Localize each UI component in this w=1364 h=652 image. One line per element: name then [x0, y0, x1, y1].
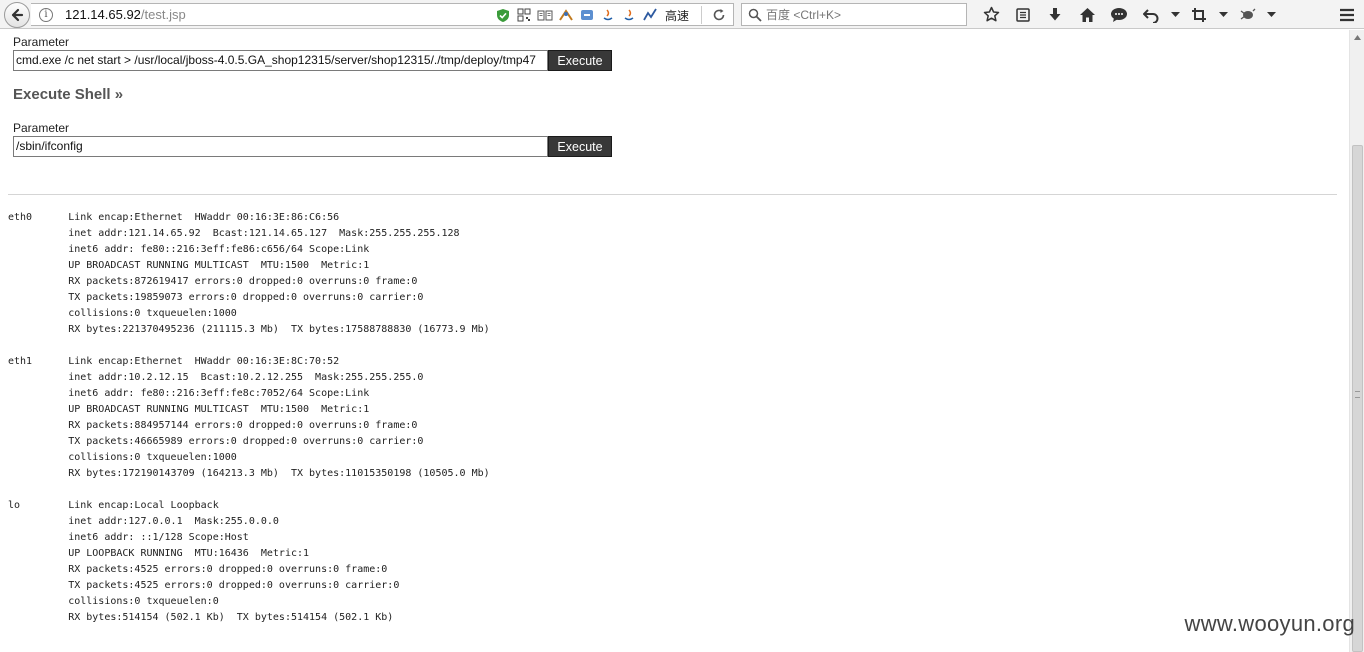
url-host: 121.14.65.92: [65, 7, 141, 22]
back-button[interactable]: [4, 2, 30, 28]
search-bar[interactable]: 百度 <Ctrl+K>: [741, 3, 967, 26]
home-button[interactable]: [1071, 3, 1103, 26]
back-arrow-icon: [11, 8, 24, 22]
search-icon: [748, 8, 762, 22]
execute-button[interactable]: Execute: [548, 50, 612, 71]
dropdown-icon: [1266, 11, 1276, 17]
bookmark-star-button[interactable]: [975, 3, 1007, 26]
chat-button[interactable]: [1103, 3, 1135, 26]
menu-button[interactable]: [1334, 3, 1360, 26]
qr-code-icon[interactable]: [516, 7, 533, 24]
parameter-input[interactable]: cmd.exe /c net start > /usr/local/jboss-…: [13, 50, 548, 71]
screenshot-button[interactable]: [1183, 3, 1215, 26]
chat-icon: [1111, 7, 1127, 22]
parameter-label: Parameter: [13, 35, 70, 49]
section-title[interactable]: Execute Shell »: [13, 86, 123, 103]
url-path: /test.jsp: [140, 7, 186, 22]
shell-command-input[interactable]: /sbin/ifconfig: [13, 136, 548, 157]
bug-button[interactable]: [1231, 3, 1263, 26]
undo-button[interactable]: [1135, 3, 1167, 26]
execute-shell-button[interactable]: Execute: [548, 136, 612, 157]
menu-icon: [1340, 8, 1354, 21]
addon-icon[interactable]: [558, 7, 575, 24]
undo-dropdown[interactable]: [1167, 3, 1183, 26]
scrollbar-grip: [1355, 391, 1360, 398]
speed-label[interactable]: 高速: [665, 7, 689, 24]
addon-icon[interactable]: [579, 7, 596, 24]
vertical-scrollbar[interactable]: [1349, 30, 1364, 652]
page-content: Parameter cmd.exe /c net start > /usr/lo…: [0, 30, 1349, 652]
scrollbar-thumb[interactable]: [1352, 145, 1363, 652]
chevron-up-icon: [1354, 34, 1361, 40]
chart-icon[interactable]: [642, 7, 659, 24]
urlbar-addons: 高速: [495, 6, 727, 24]
undo-icon: [1143, 8, 1159, 23]
url-bar[interactable]: i 121.14.65.92/test.jsp 高速: [31, 3, 734, 26]
reader-icon[interactable]: [537, 7, 554, 24]
separator: [701, 6, 702, 24]
command-output: eth0 Link encap:Ethernet HWaddr 00:16:3E…: [8, 212, 490, 623]
bug-dropdown[interactable]: [1263, 3, 1279, 26]
bug-icon: [1240, 8, 1255, 20]
shield-icon[interactable]: [495, 7, 512, 24]
download-icon: [1049, 7, 1061, 20]
url-text: 121.14.65.92/test.jsp: [65, 7, 186, 22]
java-icon[interactable]: [600, 7, 617, 24]
watermark: www.wooyun.org: [1184, 611, 1355, 636]
parameter-label: Parameter: [13, 121, 70, 135]
bookmarks-list-button[interactable]: [1007, 3, 1039, 26]
dropdown-icon: [1170, 11, 1180, 17]
screenshot-dropdown[interactable]: [1215, 3, 1231, 26]
divider: [8, 194, 1337, 195]
java-icon[interactable]: [621, 7, 638, 24]
reload-icon[interactable]: [710, 7, 727, 24]
home-icon: [1079, 7, 1095, 22]
screenshot-icon: [1192, 7, 1206, 22]
download-button[interactable]: [1039, 3, 1071, 26]
info-icon[interactable]: i: [39, 7, 53, 22]
bookmark-star-icon: [983, 6, 999, 22]
nav-button-group: [975, 3, 1279, 26]
scroll-up-button[interactable]: [1350, 30, 1364, 44]
search-placeholder: 百度 <Ctrl+K>: [766, 8, 842, 22]
browser-toolbar: i 121.14.65.92/test.jsp 高速 百度 <Ctrl+K>: [0, 0, 1364, 29]
bookmarks-list-icon: [1016, 7, 1030, 22]
dropdown-icon: [1218, 11, 1228, 17]
